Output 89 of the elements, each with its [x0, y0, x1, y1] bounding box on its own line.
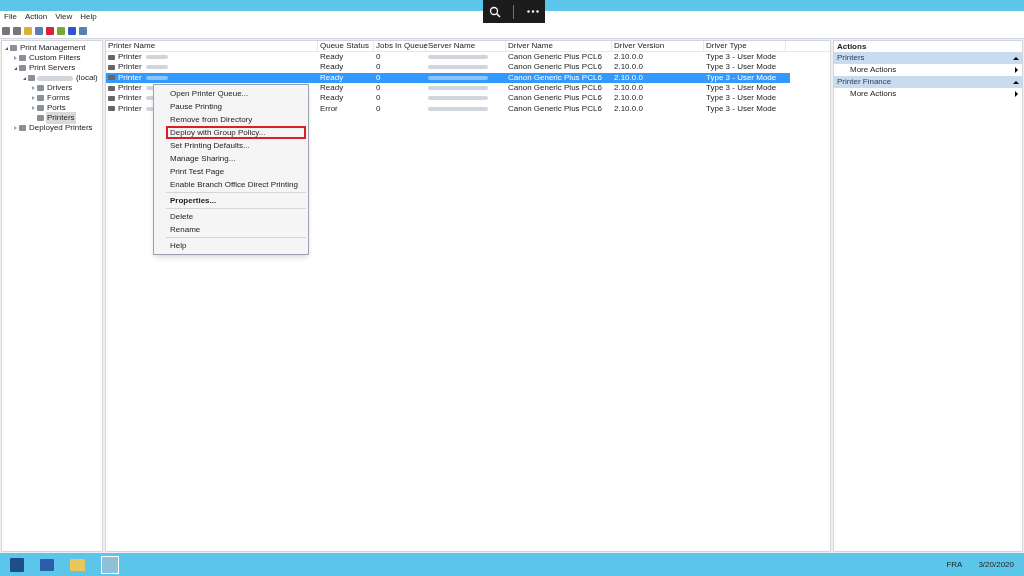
- menu-item[interactable]: Action: [24, 11, 48, 23]
- table-cell[interactable]: Printer: [116, 61, 144, 74]
- table-cell[interactable]: Printer: [116, 82, 144, 95]
- menu-item[interactable]: Rename: [168, 223, 203, 236]
- expand-arrow-icon[interactable]: [31, 86, 35, 90]
- expand-arrow-icon[interactable]: [13, 56, 17, 60]
- table-cell-text: Ready: [319, 82, 345, 95]
- tree-item[interactable]: Print Servers: [28, 62, 77, 74]
- collapse-icon[interactable]: [1013, 80, 1019, 84]
- table-cell-text: Ready: [319, 71, 345, 84]
- table-cell-text: Canon Generic Plus PCL6: [507, 92, 603, 105]
- more-icon[interactable]: [526, 10, 539, 13]
- table-cell-text: Error: [319, 102, 339, 115]
- column-header[interactable]: Driver Version: [612, 41, 704, 51]
- table-cell-text: Ready: [319, 61, 345, 74]
- column-header[interactable]: Server Name: [426, 41, 506, 51]
- table-cell-text: 0: [375, 82, 382, 95]
- table-cell-text: 2.10.0.0: [613, 92, 644, 105]
- table-cell-text: 2.10.0.0: [613, 51, 644, 64]
- tree-item[interactable]: Custom Filters: [28, 52, 82, 64]
- tree-item[interactable]: (local): [75, 72, 99, 84]
- menu-item[interactable]: Properties...: [168, 194, 219, 207]
- table-cell-text: Ready: [319, 51, 345, 64]
- table-cell-text: 0: [375, 102, 382, 115]
- expand-arrow-icon[interactable]: [13, 126, 17, 130]
- table-cell-text: Canon Generic Plus PCL6: [507, 102, 603, 115]
- menu-item[interactable]: View: [55, 11, 73, 23]
- menu-item[interactable]: Set Printing Defaults...: [168, 139, 252, 152]
- pane-title: Actions: [836, 41, 868, 52]
- section-title: Printers: [837, 52, 865, 64]
- table-cell-text: Canon Generic Plus PCL6: [507, 82, 603, 95]
- menu-item[interactable]: Deploy with Group Policy...: [168, 126, 268, 139]
- table-cell-text: Ready: [319, 92, 345, 105]
- submenu-arrow-icon: [1015, 67, 1018, 73]
- table-cell-text: 0: [375, 61, 382, 74]
- table-cell[interactable]: Printer: [116, 51, 144, 64]
- menu-item[interactable]: Open Printer Queue...: [168, 87, 251, 100]
- tree-item[interactable]: Printers: [46, 112, 76, 124]
- column-header[interactable]: Driver Name: [506, 41, 612, 51]
- table-cell-text: Canon Generic Plus PCL6: [507, 61, 603, 74]
- action-link[interactable]: More Actions: [850, 88, 897, 100]
- collapse-arrow-icon[interactable]: [4, 46, 8, 50]
- table-cell-text: 0: [375, 51, 382, 64]
- table-cell-text: 2.10.0.0: [613, 71, 644, 84]
- table-cell-text: Type 3 - User Mode: [705, 102, 778, 115]
- table-cell-text: Canon Generic Plus PCL6: [507, 51, 603, 64]
- action-link[interactable]: More Actions: [850, 64, 897, 76]
- clock-date[interactable]: 3/20/2020: [978, 558, 1014, 571]
- tree-item[interactable]: Print Management: [19, 42, 87, 54]
- section-title: Printer Finance: [837, 76, 892, 88]
- tree-item[interactable]: Forms: [46, 92, 71, 104]
- menu-item[interactable]: Remove from Directory: [168, 113, 255, 126]
- table-cell-text: 0: [375, 71, 382, 84]
- table-cell-text: Type 3 - User Mode: [705, 92, 778, 105]
- menu-item[interactable]: File: [4, 11, 17, 23]
- table-cell-text: Type 3 - User Mode: [705, 61, 778, 74]
- table-cell[interactable]: Printer: [116, 92, 144, 105]
- menu-item[interactable]: Manage Sharing...: [168, 152, 238, 165]
- menu-item[interactable]: Pause Printing: [168, 100, 225, 113]
- menu-item[interactable]: Print Test Page: [168, 165, 227, 178]
- table-cell-text: Type 3 - User Mode: [705, 51, 778, 64]
- expand-arrow-icon[interactable]: [31, 106, 35, 110]
- table-cell[interactable]: Printer: [116, 102, 144, 115]
- tree-item[interactable]: Deployed Printers: [28, 122, 94, 134]
- expand-arrow-icon[interactable]: [31, 96, 35, 100]
- table-cell-text: Type 3 - User Mode: [705, 71, 778, 84]
- table-cell-text: 2.10.0.0: [613, 61, 644, 74]
- column-header[interactable]: Printer Name: [106, 41, 318, 51]
- table-cell-text: Canon Generic Plus PCL6: [507, 71, 603, 84]
- table-cell-text: 0: [375, 92, 382, 105]
- submenu-arrow-icon: [1015, 91, 1018, 97]
- collapse-arrow-icon[interactable]: [13, 66, 17, 70]
- table-cell-text: Type 3 - User Mode: [705, 82, 778, 95]
- table-cell-text: 2.10.0.0: [613, 82, 644, 95]
- section-header[interactable]: Printer Finance: [834, 76, 1022, 88]
- column-header[interactable]: Queue Status: [318, 41, 374, 51]
- menu-item[interactable]: Help: [80, 11, 97, 23]
- column-header[interactable]: Driver Type: [704, 41, 786, 51]
- tree-item[interactable]: Drivers: [46, 82, 74, 94]
- collapse-arrow-icon[interactable]: [22, 76, 26, 80]
- zoom-icon[interactable]: [489, 5, 502, 18]
- section-header[interactable]: Printers: [834, 52, 1022, 64]
- menu-item[interactable]: Help: [168, 239, 189, 252]
- language-indicator[interactable]: FRA: [946, 558, 963, 571]
- menu-item[interactable]: Enable Branch Office Direct Printing: [168, 178, 300, 191]
- collapse-icon[interactable]: [1013, 56, 1019, 60]
- menu-item[interactable]: Delete: [168, 210, 196, 223]
- tree-item[interactable]: Ports: [46, 102, 67, 114]
- table-cell-text: 2.10.0.0: [613, 102, 644, 115]
